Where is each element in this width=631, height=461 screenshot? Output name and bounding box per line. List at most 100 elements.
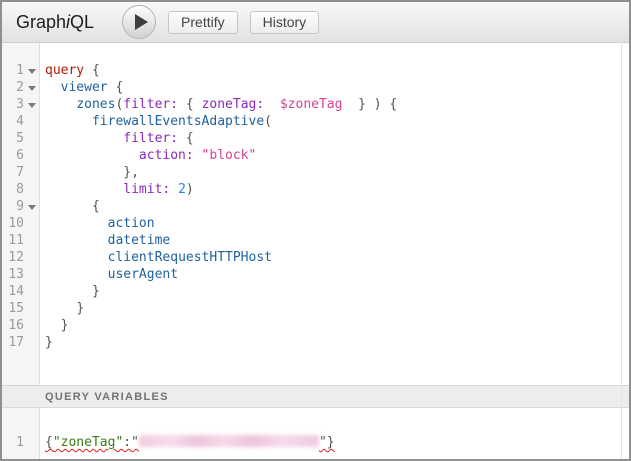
code-line[interactable]: 9 { (2, 198, 629, 215)
fold-gutter-spacer (24, 215, 39, 232)
code-line[interactable]: 8 limit: 2) (2, 181, 629, 198)
code-line[interactable]: 7 }, (2, 164, 629, 181)
code-line-content: } (39, 300, 84, 317)
line-number: 16 (2, 317, 24, 334)
line-number: 5 (2, 130, 24, 147)
fold-toggle[interactable] (24, 62, 39, 79)
code-line-content: filter: { (39, 130, 194, 147)
code-line-content: action: "block" (39, 147, 256, 164)
fold-gutter-spacer (24, 113, 39, 130)
fold-toggle[interactable] (24, 79, 39, 96)
chevron-down-icon (28, 86, 36, 91)
code-line[interactable]: 5 filter: { (2, 130, 629, 147)
code-token: } (92, 284, 100, 299)
code-token (45, 318, 61, 333)
fold-gutter-spacer (24, 147, 39, 164)
code-line-content: limit: 2) (39, 181, 194, 198)
query-editor[interactable]: 1query {2 viewer {3 zones(filter: { zone… (2, 43, 629, 385)
query-code: 1query {2 viewer {3 zones(filter: { zone… (2, 43, 629, 351)
line-number: 2 (2, 79, 24, 96)
code-line[interactable]: 6 action: "block" (2, 147, 629, 164)
code-line[interactable]: 1{"zoneTag":""} (2, 434, 629, 451)
code-token (45, 284, 92, 299)
code-token (45, 97, 76, 112)
code-token: limit: (123, 182, 170, 197)
code-token: } ) { (342, 97, 397, 112)
fold-toggle[interactable] (24, 96, 39, 113)
prettify-button[interactable]: Prettify (168, 11, 238, 34)
line-number: 8 (2, 181, 24, 198)
code-token: datetime (108, 233, 171, 248)
code-line[interactable]: 1query { (2, 62, 629, 79)
code-token (264, 97, 280, 112)
history-button[interactable]: History (250, 11, 320, 34)
code-token: clientRequestHTTPHost (108, 250, 272, 265)
code-line[interactable]: 15 } (2, 300, 629, 317)
code-token: userAgent (108, 267, 178, 282)
code-token: { (108, 80, 124, 95)
code-line-content: userAgent (39, 266, 178, 283)
code-token: filter: (123, 97, 178, 112)
code-line-content: action (39, 215, 155, 232)
line-number: 17 (2, 334, 24, 351)
code-line[interactable]: 17} (2, 334, 629, 351)
line-number: 1 (2, 434, 24, 451)
variables-editor[interactable]: 1{"zoneTag":""} (2, 408, 629, 459)
code-line[interactable]: 13 userAgent (2, 266, 629, 283)
code-line-content: zones(filter: { zoneTag: $zoneTag } ) { (39, 96, 397, 113)
fold-toggle[interactable] (24, 198, 39, 215)
code-token (45, 250, 108, 265)
fold-gutter-spacer (24, 181, 39, 198)
line-number: 4 (2, 113, 24, 130)
code-line-content: viewer { (39, 79, 123, 96)
variables-code: 1{"zoneTag":""} (2, 408, 629, 451)
execute-query-button[interactable] (122, 5, 156, 39)
line-number: 14 (2, 283, 24, 300)
editor-right-divider (621, 42, 622, 459)
code-token (170, 182, 178, 197)
code-line-content: } (39, 283, 100, 300)
code-token: { (84, 63, 100, 78)
line-number: 11 (2, 232, 24, 249)
code-line[interactable]: 10 action (2, 215, 629, 232)
fold-gutter-spacer (24, 434, 39, 451)
code-line[interactable]: 2 viewer { (2, 79, 629, 96)
fold-gutter-spacer (24, 300, 39, 317)
code-token: ( (264, 114, 272, 129)
chevron-down-icon (28, 69, 36, 74)
code-line-content: { (39, 198, 100, 215)
code-token: query (45, 63, 84, 78)
code-token: { (178, 97, 201, 112)
code-token: : (123, 435, 131, 450)
code-line[interactable]: 12 clientRequestHTTPHost (2, 249, 629, 266)
code-token: viewer (61, 80, 108, 95)
code-line[interactable]: 4 firewallEventsAdaptive( (2, 113, 629, 130)
code-line-content: firewallEventsAdaptive( (39, 113, 272, 130)
code-token: zoneTag: (202, 97, 265, 112)
line-number: 7 (2, 164, 24, 181)
line-number: 6 (2, 147, 24, 164)
code-token (45, 114, 92, 129)
code-token (45, 131, 123, 146)
query-variables-header[interactable]: QUERY VARIABLES (2, 385, 629, 408)
app-title-part: QL (70, 12, 94, 32)
code-line[interactable]: 14 } (2, 283, 629, 300)
code-line[interactable]: 11 datetime (2, 232, 629, 249)
code-token (45, 165, 123, 180)
app-title: GraphiQL (16, 12, 94, 33)
code-token: { (178, 131, 194, 146)
code-token: filter: (123, 131, 178, 146)
code-token (45, 301, 76, 316)
code-token (45, 148, 139, 163)
code-token (194, 148, 202, 163)
app-title-part: Graph (16, 12, 66, 32)
code-line[interactable]: 16 } (2, 317, 629, 334)
code-line[interactable]: 3 zones(filter: { zoneTag: $zoneTag } ) … (2, 96, 629, 113)
code-line-content: datetime (39, 232, 170, 249)
code-token: action (108, 216, 155, 231)
query-variables-title: QUERY VARIABLES (45, 391, 169, 403)
line-number: 9 (2, 198, 24, 215)
line-number: 13 (2, 266, 24, 283)
chevron-down-icon (28, 205, 36, 210)
code-token: "} (319, 435, 335, 450)
